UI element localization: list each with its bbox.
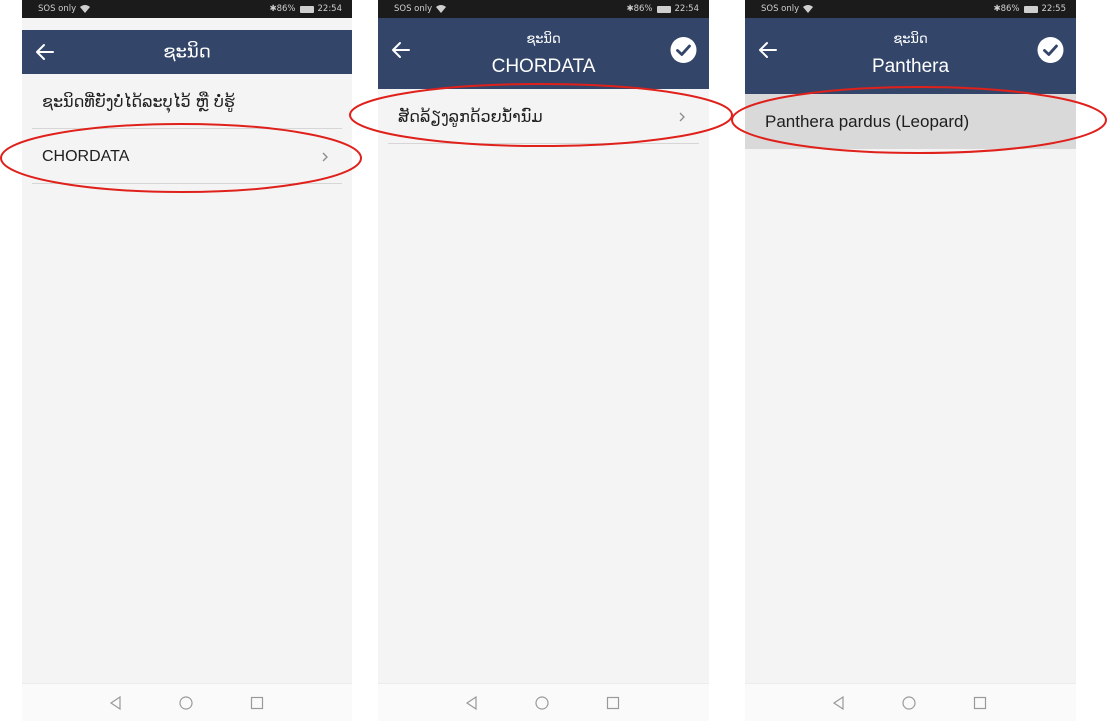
chevron-right-icon	[322, 152, 328, 161]
triangle-back-icon[interactable]	[108, 695, 124, 711]
circle-home-icon[interactable]	[901, 695, 917, 711]
status-bar: SOS only ✱86% 22:55	[745, 0, 1076, 18]
app-header: ຊະນິດ Panthera	[745, 18, 1076, 94]
sos-label: SOS only	[761, 4, 800, 14]
square-recent-icon[interactable]	[972, 695, 988, 711]
clock: 22:54	[674, 4, 700, 14]
page-subtitle: Panthera	[871, 56, 950, 77]
status-bar: SOS only ✱86% 22:54	[22, 0, 352, 18]
battery-percent: ✱86%	[993, 4, 1020, 14]
status-left: SOS only	[394, 4, 447, 14]
page-subtitle: CHORDATA	[491, 56, 596, 77]
triangle-back-icon[interactable]	[831, 695, 847, 711]
status-right: ✱86% 22:54	[269, 4, 342, 14]
system-nav-bar	[22, 683, 352, 721]
battery-percent: ✱86%	[626, 4, 653, 14]
battery-percent: ✱86%	[269, 4, 296, 14]
wifi-icon	[436, 5, 447, 13]
list-item-label: Panthera pardus (Leopard)	[765, 111, 970, 131]
list-item-chordata[interactable]: CHORDATA	[22, 129, 352, 184]
wifi-icon	[80, 5, 91, 13]
system-nav-bar	[378, 683, 709, 721]
status-right: ✱86% 22:55	[993, 4, 1066, 14]
sos-label: SOS only	[394, 4, 433, 14]
list-item-label: ສັດລ້ຽງລູກດ້ວຍນ້ຳນົມ	[398, 107, 543, 126]
list-item-mammals[interactable]: ສັດລ້ຽງລູກດ້ວຍນ້ຳນົມ	[378, 89, 709, 144]
app-header: ຊະນິດ CHORDATA	[378, 18, 709, 89]
battery-icon	[299, 5, 314, 13]
check-circle-icon[interactable]	[1037, 37, 1064, 64]
status-left: SOS only	[38, 4, 91, 14]
battery-icon	[1023, 5, 1038, 13]
list-item-unknown-species[interactable]: ຊະນິດທີ່ຍັງບໍ່ໄດ້ລະບຸໄວ້ ຫຼື ບໍ່ຮູ້	[22, 74, 352, 129]
battery-icon	[656, 5, 671, 13]
list-item-leopard[interactable]: Panthera pardus (Leopard)	[745, 94, 1076, 149]
chevron-right-icon	[679, 112, 685, 121]
class-list: ສັດລ້ຽງລູກດ້ວຍນ້ຳນົມ	[378, 89, 709, 144]
phone-screen-species: SOS only ✱86% 22:54 ຊະນິດ ຊະນິດທີ່ຍັງບໍ່…	[22, 0, 352, 721]
square-recent-icon[interactable]	[605, 695, 621, 711]
species-list: Panthera pardus (Leopard)	[745, 94, 1076, 149]
phone-screen-chordata: SOS only ✱86% 22:54 ຊະນິດ CHORDATA ສັດລ້…	[378, 0, 709, 721]
list-item-label: ຊະນິດທີ່ຍັງບໍ່ໄດ້ລະບຸໄວ້ ຫຼື ບໍ່ຮູ້	[42, 92, 235, 111]
sos-label: SOS only	[38, 4, 77, 14]
page-title: ຊະນິດ	[163, 41, 211, 63]
page-title: ຊະນິດ	[893, 32, 928, 47]
species-list: ຊະນິດທີ່ຍັງບໍ່ໄດ້ລະບຸໄວ້ ຫຼື ບໍ່ຮູ້ CHOR…	[22, 74, 352, 184]
wifi-icon	[803, 5, 814, 13]
page-title: ຊະນິດ	[526, 32, 561, 47]
phone-screen-panthera: SOS only ✱86% 22:55 ຊະນິດ Panthera Panth…	[745, 0, 1076, 721]
status-bar: SOS only ✱86% 22:54	[378, 0, 709, 18]
list-item-label: CHORDATA	[42, 147, 130, 165]
app-header: ຊະນິດ	[22, 30, 352, 74]
triangle-back-icon[interactable]	[464, 695, 480, 711]
divider	[32, 183, 342, 184]
clock: 22:55	[1041, 4, 1067, 14]
divider	[388, 143, 699, 144]
system-nav-bar	[745, 683, 1076, 721]
clock: 22:54	[317, 4, 343, 14]
status-right: ✱86% 22:54	[626, 4, 699, 14]
circle-home-icon[interactable]	[178, 695, 194, 711]
screenshot-composite: SOS only ✱86% 22:54 ຊະນິດ ຊະນິດທີ່ຍັງບໍ່…	[0, 0, 1109, 721]
circle-home-icon[interactable]	[534, 695, 550, 711]
square-recent-icon[interactable]	[249, 695, 265, 711]
status-left: SOS only	[761, 4, 814, 14]
check-circle-icon[interactable]	[670, 37, 697, 64]
